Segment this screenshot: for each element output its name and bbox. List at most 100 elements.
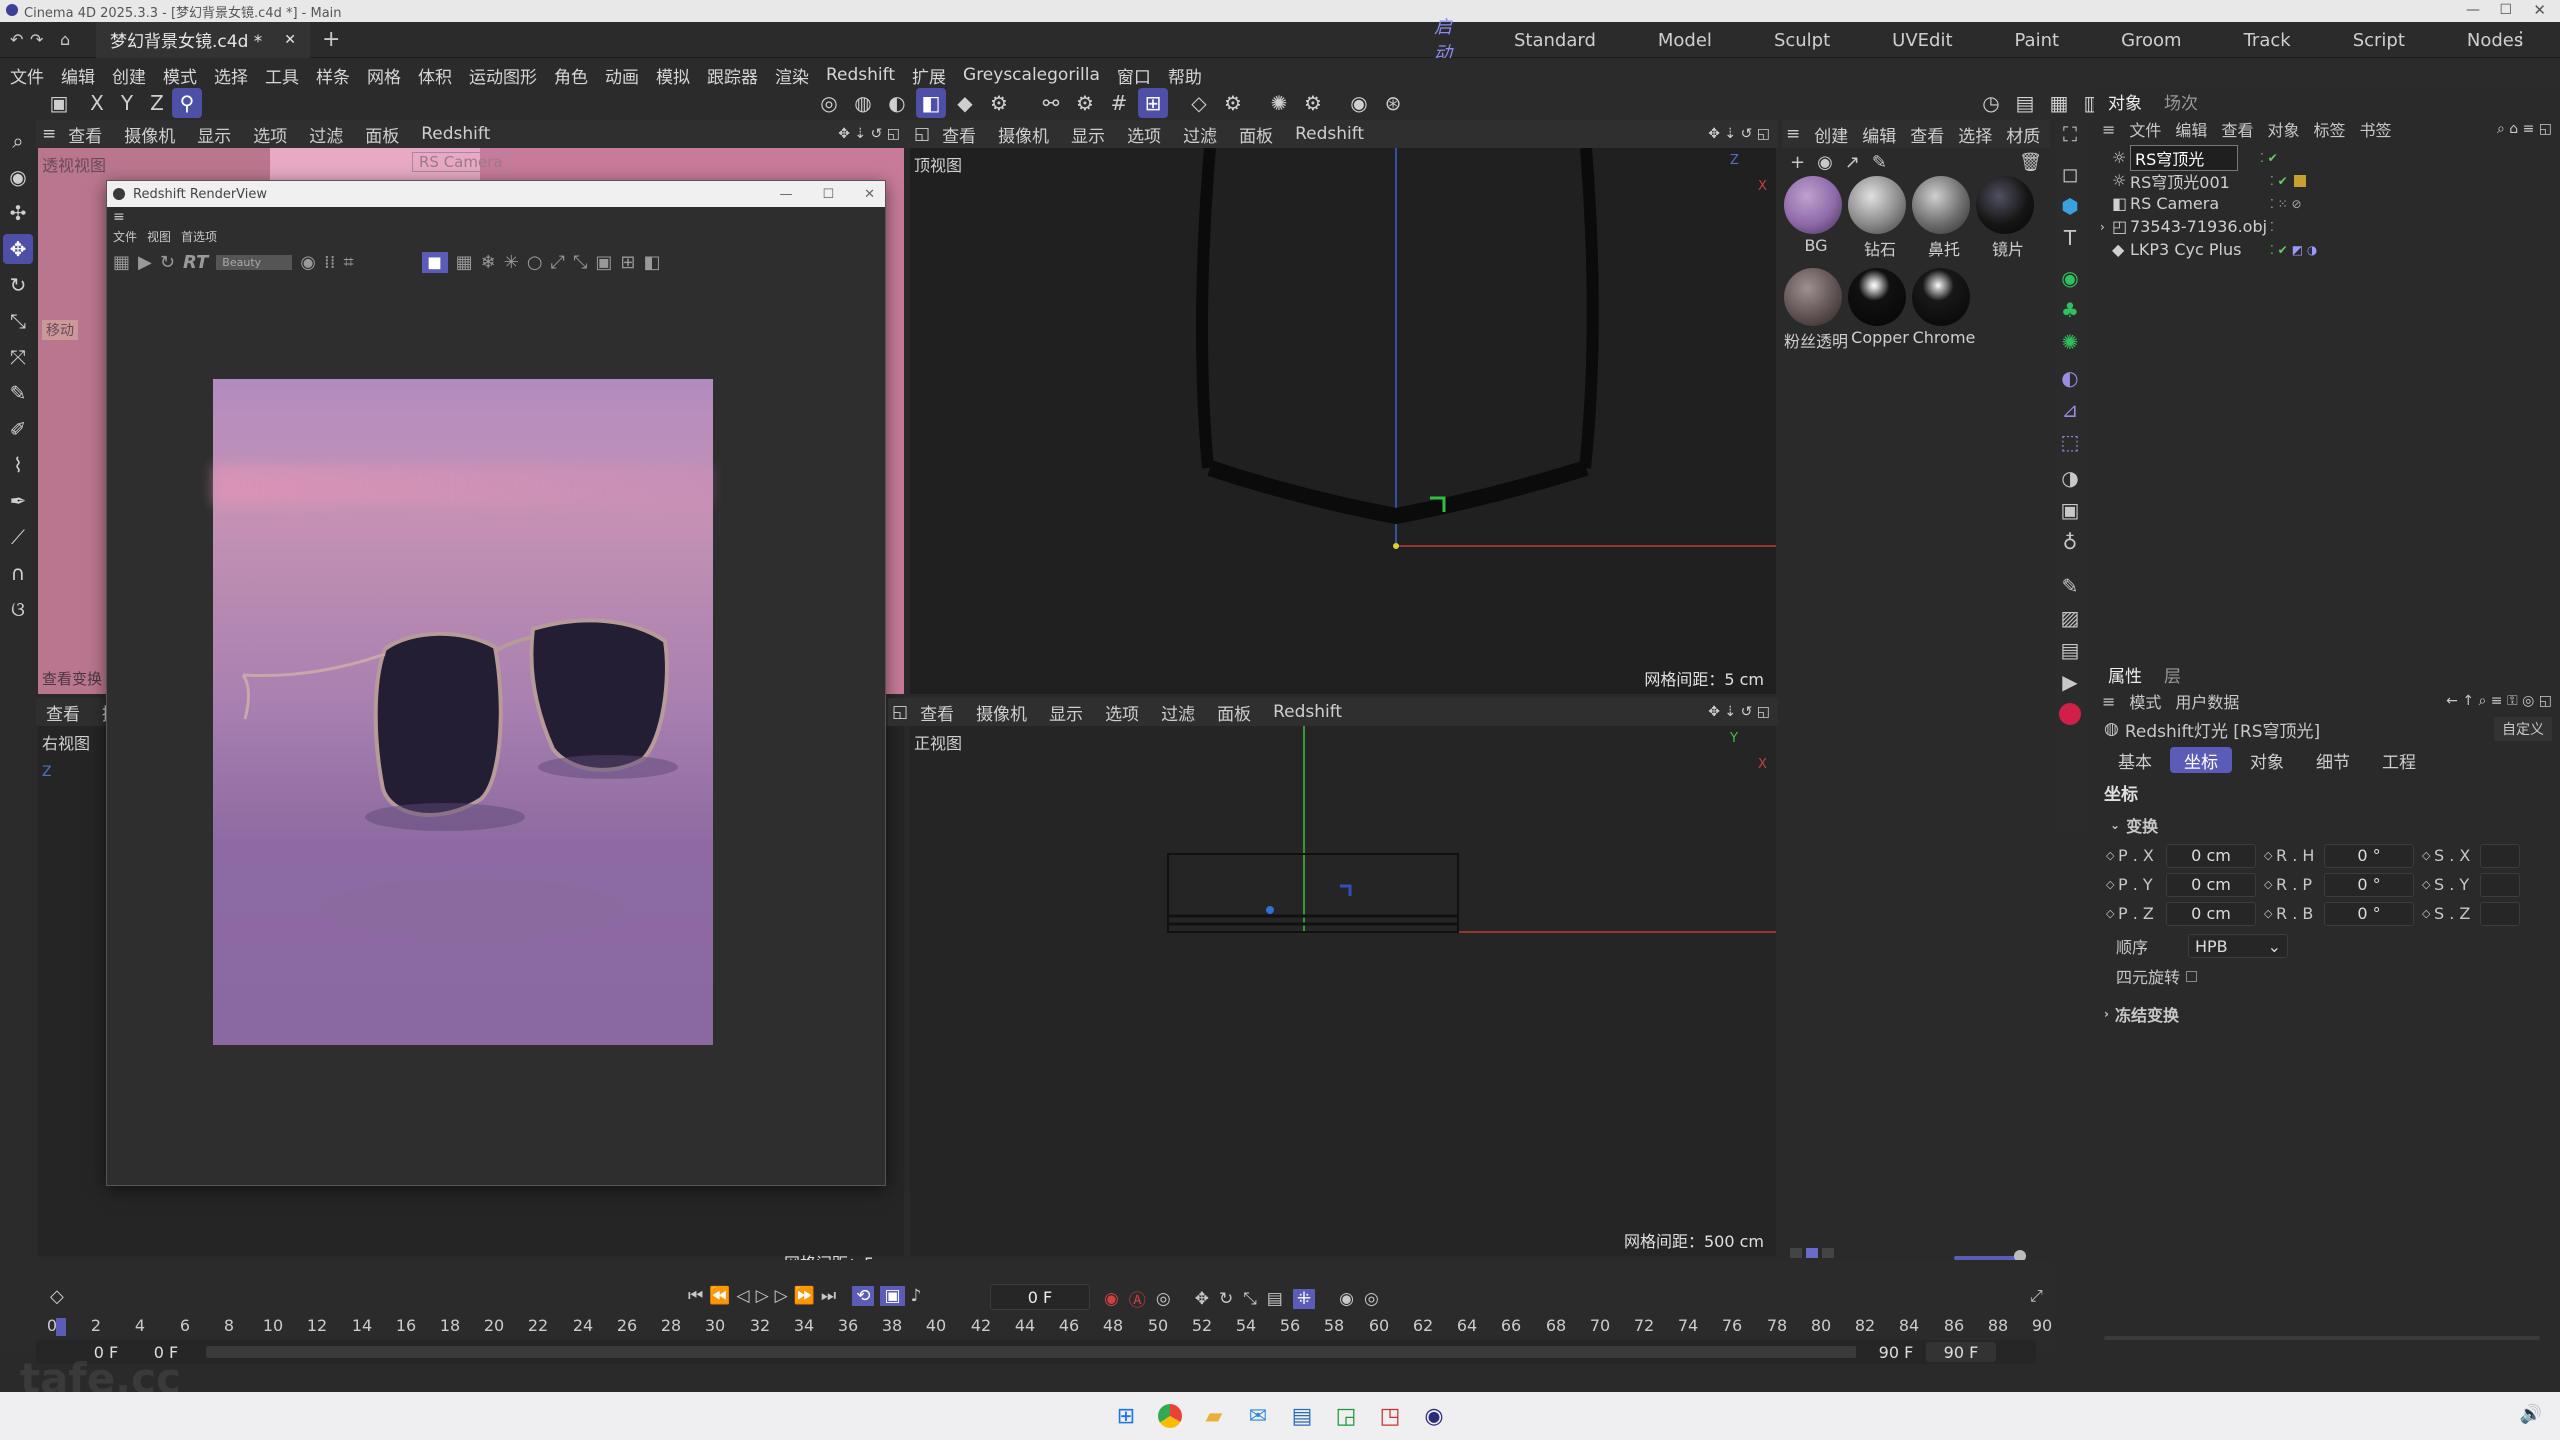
next-frame-icon[interactable]: ▷ xyxy=(775,1286,788,1306)
key-selection-icon[interactable]: ◎ xyxy=(1156,1289,1171,1309)
move-icon[interactable]: ✥ xyxy=(3,234,33,264)
om-menu-object[interactable]: 对象 xyxy=(2267,117,2299,141)
layout-tab[interactable]: Model xyxy=(1658,30,1712,51)
rgb-icon[interactable]: ◉ xyxy=(300,252,316,273)
pla-key-icon[interactable]: ⁜ xyxy=(1292,1288,1316,1309)
vp-menu-redshift[interactable]: Redshift xyxy=(421,124,490,144)
menu-item[interactable]: 渲染 xyxy=(775,63,809,88)
material-bg[interactable]: BG xyxy=(1784,176,1848,260)
vp-menu-options[interactable]: 选项 xyxy=(253,122,287,147)
paint-brush-icon[interactable]: ✎ xyxy=(2054,570,2086,602)
object-row-camera[interactable]: ◧ RS Camera ⁚ ⁙ ⊘ xyxy=(2112,192,2560,215)
quaternion-checkbox[interactable] xyxy=(2186,970,2198,982)
coord-z-toggle[interactable]: Z xyxy=(142,88,172,118)
rotate-icon[interactable]: ↻ xyxy=(3,270,33,300)
effector-icon[interactable]: ✺ xyxy=(2054,326,2086,358)
vp-menu-panel[interactable]: 面板 xyxy=(365,122,399,147)
hamburger-icon[interactable]: ≡ xyxy=(42,124,56,144)
green-app-icon[interactable]: ◲ xyxy=(1328,1398,1364,1434)
range-end-field[interactable]: 90 F xyxy=(1926,1342,1996,1362)
visibility-check-icon[interactable]: ⁚ ✔ xyxy=(2270,243,2288,257)
material-hamburger-icon[interactable]: ≡ xyxy=(1786,124,1800,144)
keyframe-diamond-icon[interactable]: ◇ xyxy=(2264,849,2276,862)
object-row-glasses-obj[interactable]: › ◰ 73543-71936.obj ⁚ xyxy=(2100,215,2560,238)
edge-mode-icon[interactable]: ◧ xyxy=(916,88,946,118)
menu-item[interactable]: 扩展 xyxy=(912,63,946,88)
menu-item[interactable]: 体积 xyxy=(418,63,452,88)
front-vp-menu-redshift[interactable]: Redshift xyxy=(1273,702,1342,722)
vp-menu-view[interactable]: 查看 xyxy=(68,122,102,147)
camera-badge[interactable]: RS Camera xyxy=(412,152,510,172)
search-icon[interactable]: ⌕ xyxy=(3,126,33,156)
attribute-scrollbar[interactable] xyxy=(2104,1336,2540,1340)
keyframe-diamond-icon[interactable]: ◇ xyxy=(2422,849,2434,862)
undo-history-icon[interactable]: ▣ xyxy=(44,88,74,118)
deformer-icon[interactable]: ◐ xyxy=(2054,362,2086,394)
top-viewport[interactable]: 顶视图 Z X 网格间距：5 cm xyxy=(910,148,1776,694)
am-hamburger-icon[interactable]: ≡ xyxy=(2102,692,2115,711)
timeline-expand-icon[interactable]: ⤢ xyxy=(2030,1286,2043,1306)
scale-field[interactable] xyxy=(2480,872,2520,897)
material-pink-transparent[interactable]: 粉丝透明 xyxy=(1784,268,1848,352)
menu-item[interactable]: 样条 xyxy=(316,63,350,88)
text-icon[interactable]: T xyxy=(2054,222,2086,254)
snapshot-icon[interactable]: ◼ xyxy=(421,251,448,273)
camera-icon[interactable]: ▣ xyxy=(2054,494,2086,526)
material-tag-icon[interactable]: ◩ ◑ xyxy=(2292,243,2318,257)
menu-item[interactable]: 动画 xyxy=(605,63,639,88)
pick-material-icon[interactable]: ✎ xyxy=(1872,152,1887,173)
render-view-icon[interactable]: ⊛ xyxy=(1378,88,1408,118)
material-diamond[interactable]: 钻石 xyxy=(1848,176,1912,260)
subtab-details[interactable]: 细节 xyxy=(2302,747,2364,773)
snap-icon[interactable]: ◎ xyxy=(814,88,844,118)
menu-item[interactable]: 选择 xyxy=(214,63,248,88)
visibility-icon[interactable]: ⁚ xyxy=(2270,220,2274,234)
top-vp-menu-view[interactable]: 查看 xyxy=(942,122,976,147)
chrome-icon[interactable] xyxy=(1152,1398,1188,1434)
tab-objects[interactable]: 对象 xyxy=(2108,89,2142,114)
order-dropdown[interactable]: HPB ⌄ xyxy=(2188,934,2288,958)
am-menu-userdata[interactable]: 用户数据 xyxy=(2175,689,2239,713)
close-icon[interactable]: ✕ xyxy=(2533,1,2546,19)
knife-icon[interactable]: ⟋ xyxy=(3,522,33,552)
layout-tab[interactable]: Track xyxy=(2244,30,2291,51)
menu-item[interactable]: 窗口 xyxy=(1117,63,1151,88)
home-icon[interactable]: ⌂ xyxy=(60,30,96,49)
material-lens[interactable]: 镜片 xyxy=(1976,176,2040,260)
prev-frame-icon[interactable]: ◁ xyxy=(736,1286,749,1306)
top-hamburger-icon[interactable]: ◱ xyxy=(914,124,930,144)
om-menu-tags[interactable]: 标签 xyxy=(2313,117,2345,141)
keyframe-diamond-icon[interactable]: ◇ xyxy=(2264,878,2276,891)
lock-icon[interactable]: ⚯ xyxy=(1036,88,1066,118)
sound-icon[interactable]: ♪ xyxy=(911,1286,922,1306)
notes-icon[interactable]: ▤ xyxy=(1284,1398,1320,1434)
loop-icon[interactable]: ⟲ xyxy=(852,1286,875,1306)
document-tab[interactable]: 梦幻背景女镜.c4d * ✕ xyxy=(96,21,310,58)
render-queue-side-icon[interactable]: ▤ xyxy=(2054,634,2086,666)
select-icon[interactable]: ◉ xyxy=(3,162,33,192)
renderview-minimize-icon[interactable]: — xyxy=(779,187,792,202)
bend-icon[interactable]: ⊿ xyxy=(2054,394,2086,426)
add-icon[interactable]: ⊞ xyxy=(620,252,635,273)
front-hamburger-icon[interactable]: ◱ xyxy=(892,702,908,722)
custom-dropdown[interactable]: 自定义 xyxy=(2494,717,2552,741)
light-icon[interactable]: ♁ xyxy=(2054,526,2086,558)
menu-item[interactable]: 跟踪器 xyxy=(707,63,758,88)
live-select-icon[interactable]: ✣ xyxy=(3,198,33,228)
brush-icon[interactable]: ⌇ xyxy=(3,450,33,480)
keyframe-diamond-icon[interactable]: ◇ xyxy=(2106,878,2118,891)
go-end-icon[interactable]: ⏭ xyxy=(821,1286,836,1306)
keyframe-diamond-icon[interactable]: ◇ xyxy=(2422,878,2434,891)
grid-snap-icon[interactable]: # xyxy=(1104,88,1134,118)
playhead[interactable] xyxy=(56,1318,66,1336)
render-region-icon[interactable]: ⚙ xyxy=(1218,88,1248,118)
scale-field[interactable] xyxy=(2480,901,2520,926)
mat-menu-create[interactable]: 创建 xyxy=(1814,122,1848,147)
vp-menu-display[interactable]: 显示 xyxy=(197,122,231,147)
menu-item[interactable]: 编辑 xyxy=(61,63,95,88)
close-tab-icon[interactable]: ✕ xyxy=(284,32,296,48)
param-key-icon[interactable]: ▤ xyxy=(1267,1289,1283,1309)
asterisk-icon[interactable]: ✳ xyxy=(504,252,519,273)
cube-solid-icon[interactable]: ⬢ xyxy=(2054,190,2086,222)
menu-item[interactable]: 帮助 xyxy=(1168,63,1202,88)
